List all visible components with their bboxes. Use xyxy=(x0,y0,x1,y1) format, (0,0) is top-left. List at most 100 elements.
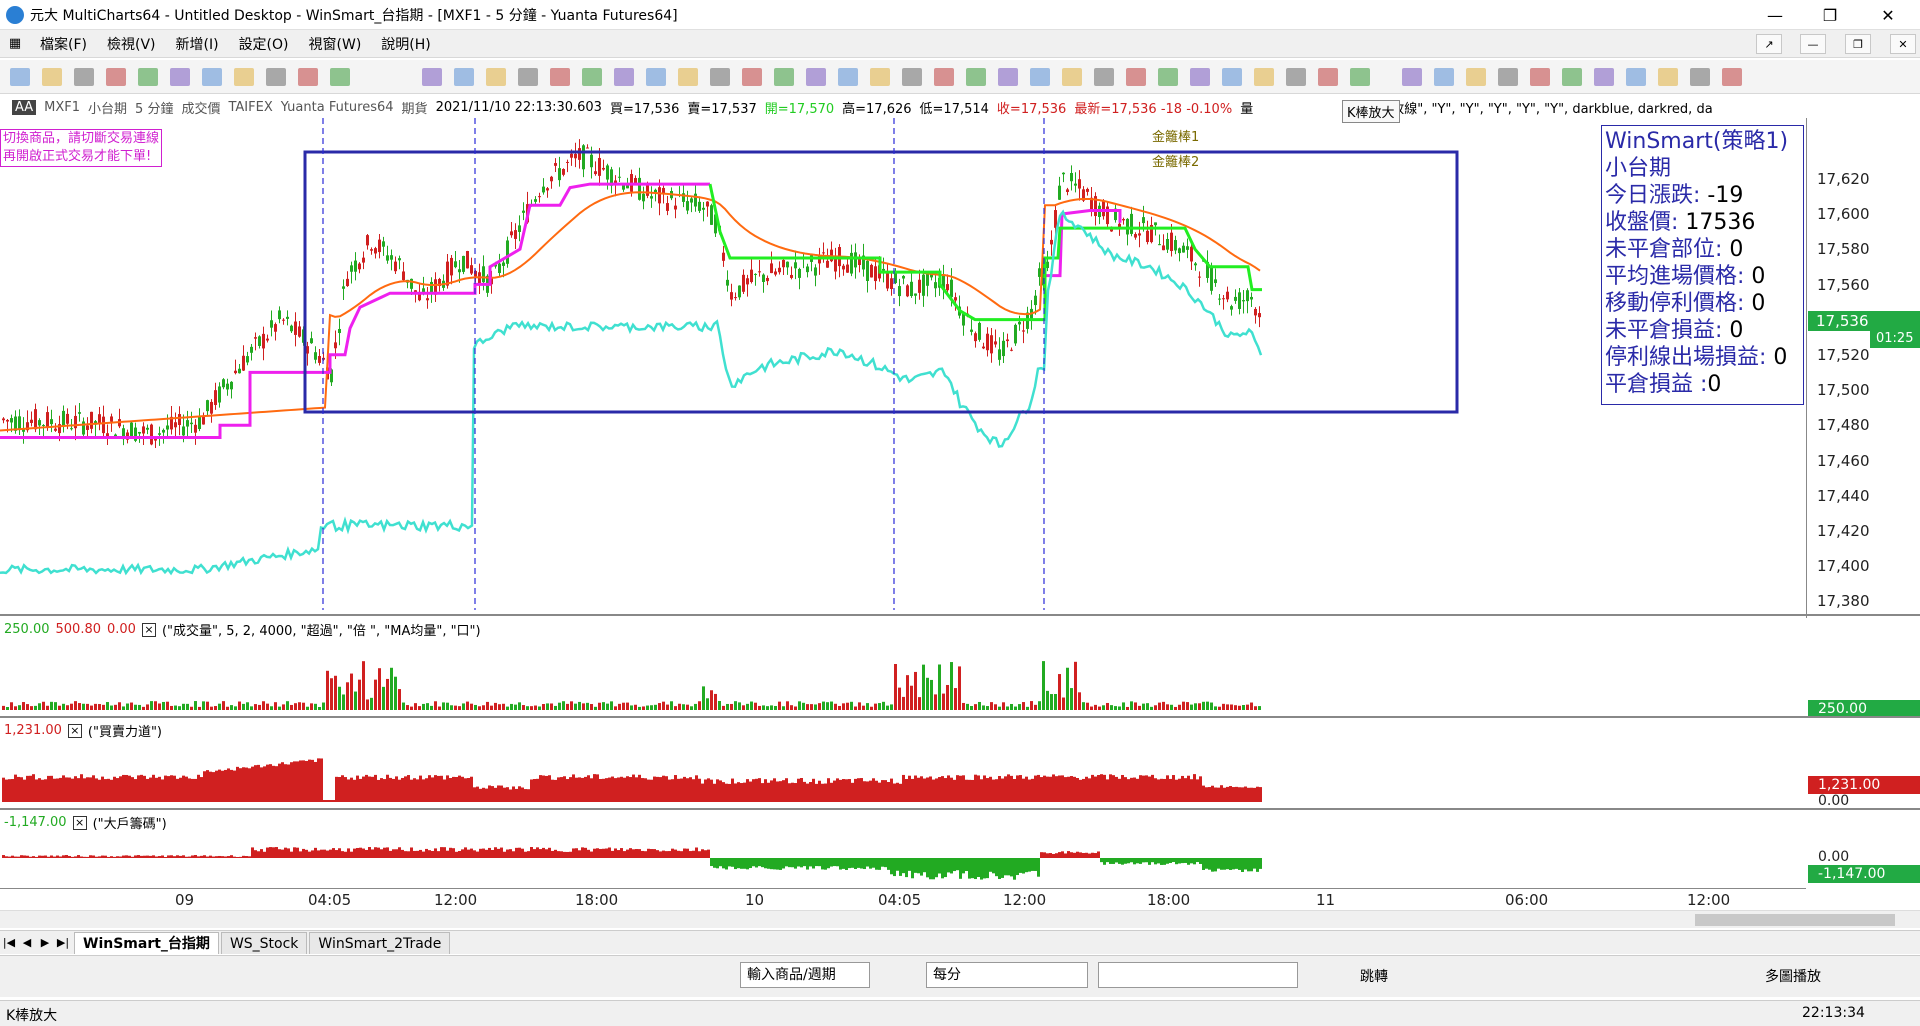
force-bar xyxy=(224,769,227,802)
toolbar-tool-icon[interactable] xyxy=(838,68,858,86)
time-axis[interactable]: 09 04:05 12:00 18:00 10 04:05 12:00 18:00 11 06:0… xyxy=(0,888,1806,910)
toolbar-tool-icon[interactable] xyxy=(1626,68,1646,86)
toolbar-tool-icon[interactable] xyxy=(646,68,666,86)
mdi-detach-button[interactable]: ↗ xyxy=(1756,34,1782,54)
toolbar-tool-icon[interactable] xyxy=(1158,68,1178,86)
toolbar-tool-icon[interactable] xyxy=(106,68,126,86)
force-bar xyxy=(1037,774,1040,802)
toolbar-tool-icon[interactable] xyxy=(1126,68,1146,86)
interval-label[interactable]: 5 分鐘 xyxy=(135,98,173,117)
price-axis[interactable]: 17,62017,60017,58017,56017,54017,52017,5… xyxy=(1806,118,1920,618)
toolbar-tool-icon[interactable] xyxy=(678,68,698,86)
close-study-icon[interactable]: × xyxy=(67,723,82,738)
toolbar-tool-icon[interactable] xyxy=(710,68,730,86)
toolbar-tool-icon[interactable] xyxy=(422,68,442,86)
toolbar-tool-icon[interactable] xyxy=(1286,68,1306,86)
toolbar-tool-icon[interactable] xyxy=(1222,68,1242,86)
close-study-icon[interactable]: × xyxy=(72,815,87,830)
close-study-icon[interactable]: × xyxy=(141,622,156,637)
force-bar xyxy=(1103,774,1106,802)
tab-winsmart-2trade[interactable]: WinSmart_2Trade xyxy=(309,931,451,954)
toolbar-tool-icon[interactable] xyxy=(298,68,318,86)
toolbar-tool-icon[interactable] xyxy=(742,68,762,86)
tab-winsmart-taifex[interactable]: WinSmart_台指期 xyxy=(74,931,219,954)
menu-help[interactable]: 說明(H) xyxy=(371,34,440,54)
toolbar-tool-icon[interactable] xyxy=(774,68,794,86)
force-bar xyxy=(785,778,788,802)
force-bar xyxy=(404,776,407,802)
menu-view[interactable]: 檢視(V) xyxy=(97,34,166,54)
date-select[interactable] xyxy=(1098,962,1298,988)
chips-bar xyxy=(791,858,794,868)
period-select[interactable]: 每分 xyxy=(926,962,1088,988)
toolbar-tool-icon[interactable] xyxy=(1562,68,1582,86)
toolbar-tool-icon[interactable] xyxy=(1530,68,1550,86)
volume-bar xyxy=(518,702,521,710)
pane-divider[interactable] xyxy=(0,614,1920,616)
menu-settings[interactable]: 設定(O) xyxy=(229,34,299,54)
toolbar-tool-icon[interactable] xyxy=(1030,68,1050,86)
scrollbar-thumb[interactable] xyxy=(1695,914,1895,926)
font-size-button[interactable]: AA xyxy=(12,99,37,115)
toolbar-tool-icon[interactable] xyxy=(202,68,222,86)
toolbar-tool-icon[interactable] xyxy=(1094,68,1114,86)
menu-window[interactable]: 視窗(W) xyxy=(299,34,372,54)
toolbar-tool-icon[interactable] xyxy=(1254,68,1274,86)
toolbar-tool-icon[interactable] xyxy=(1466,68,1486,86)
symbol-label[interactable]: MXF1 xyxy=(44,100,80,115)
toolbar-tool-icon[interactable] xyxy=(582,68,602,86)
toolbar-tool-icon[interactable] xyxy=(234,68,254,86)
mdi-minimize-button[interactable]: — xyxy=(1800,34,1826,54)
jump-button[interactable]: 跳轉 xyxy=(1360,966,1388,986)
toolbar-tool-icon[interactable] xyxy=(966,68,986,86)
toolbar-tool-icon[interactable] xyxy=(454,68,474,86)
toolbar-tool-icon[interactable] xyxy=(1690,68,1710,86)
toolbar-tool-icon[interactable] xyxy=(1594,68,1614,86)
toolbar-tool-icon[interactable] xyxy=(1658,68,1678,86)
toolbar-tool-icon[interactable] xyxy=(1434,68,1454,86)
toolbar-tool-icon[interactable] xyxy=(1350,68,1370,86)
ask-label: 賣=17,537 xyxy=(687,101,757,117)
toolbar-tool-icon[interactable] xyxy=(1062,68,1082,86)
last-tab-icon[interactable]: ▶| xyxy=(54,936,72,949)
toolbar-tool-icon[interactable] xyxy=(1498,68,1518,86)
multi-play-button[interactable]: 多圖播放 xyxy=(1765,966,1821,986)
toolbar-tool-icon[interactable] xyxy=(1722,68,1742,86)
toolbar-tool-icon[interactable] xyxy=(614,68,634,86)
toolbar-tool-icon[interactable] xyxy=(870,68,890,86)
pane-divider[interactable] xyxy=(0,808,1920,810)
close-button[interactable]: ✕ xyxy=(1858,0,1918,30)
minimize-button[interactable]: — xyxy=(1745,0,1805,30)
toolbar-tool-icon[interactable] xyxy=(10,68,30,86)
tab-ws-stock[interactable]: WS_Stock xyxy=(220,931,308,954)
horizontal-scrollbar[interactable] xyxy=(0,910,1920,928)
menu-insert[interactable]: 新增(I) xyxy=(166,34,229,54)
toolbar-tool-icon[interactable] xyxy=(806,68,826,86)
toolbar-tool-icon[interactable] xyxy=(170,68,190,86)
toolbar-tool-icon[interactable] xyxy=(1402,68,1422,86)
restore-button[interactable]: ❐ xyxy=(1800,0,1860,30)
menu-file[interactable]: 檔案(F) xyxy=(30,34,97,54)
mdi-restore-button[interactable]: ❐ xyxy=(1845,34,1871,54)
symbol-period-select[interactable]: 輸入商品/週期 xyxy=(740,962,870,988)
toolbar-tool-icon[interactable] xyxy=(518,68,538,86)
toolbar-tool-icon[interactable] xyxy=(74,68,94,86)
next-tab-icon[interactable]: ▶ xyxy=(36,936,54,949)
toolbar-tool-icon[interactable] xyxy=(902,68,922,86)
toolbar-tool-icon[interactable] xyxy=(266,68,286,86)
toolbar-tool-icon[interactable] xyxy=(486,68,506,86)
toolbar-tool-icon[interactable] xyxy=(42,68,62,86)
mdi-close-button[interactable]: ✕ xyxy=(1890,34,1916,54)
toolbar-tool-icon[interactable] xyxy=(1190,68,1210,86)
prev-tab-icon[interactable]: ◀ xyxy=(18,936,36,949)
time-tick-label: 12:00 xyxy=(1687,891,1731,909)
toolbar-tool-icon[interactable] xyxy=(934,68,954,86)
toolbar-tool-icon[interactable] xyxy=(138,68,158,86)
toolbar-tool-icon[interactable] xyxy=(550,68,570,86)
pane-divider[interactable] xyxy=(0,716,1920,718)
toolbar-tool-icon[interactable] xyxy=(1318,68,1338,86)
toolbar-tool-icon[interactable] xyxy=(998,68,1018,86)
doc-icon[interactable]: ▦ xyxy=(0,36,30,51)
toolbar-tool-icon[interactable] xyxy=(330,68,350,86)
first-tab-icon[interactable]: |◀ xyxy=(0,936,18,949)
